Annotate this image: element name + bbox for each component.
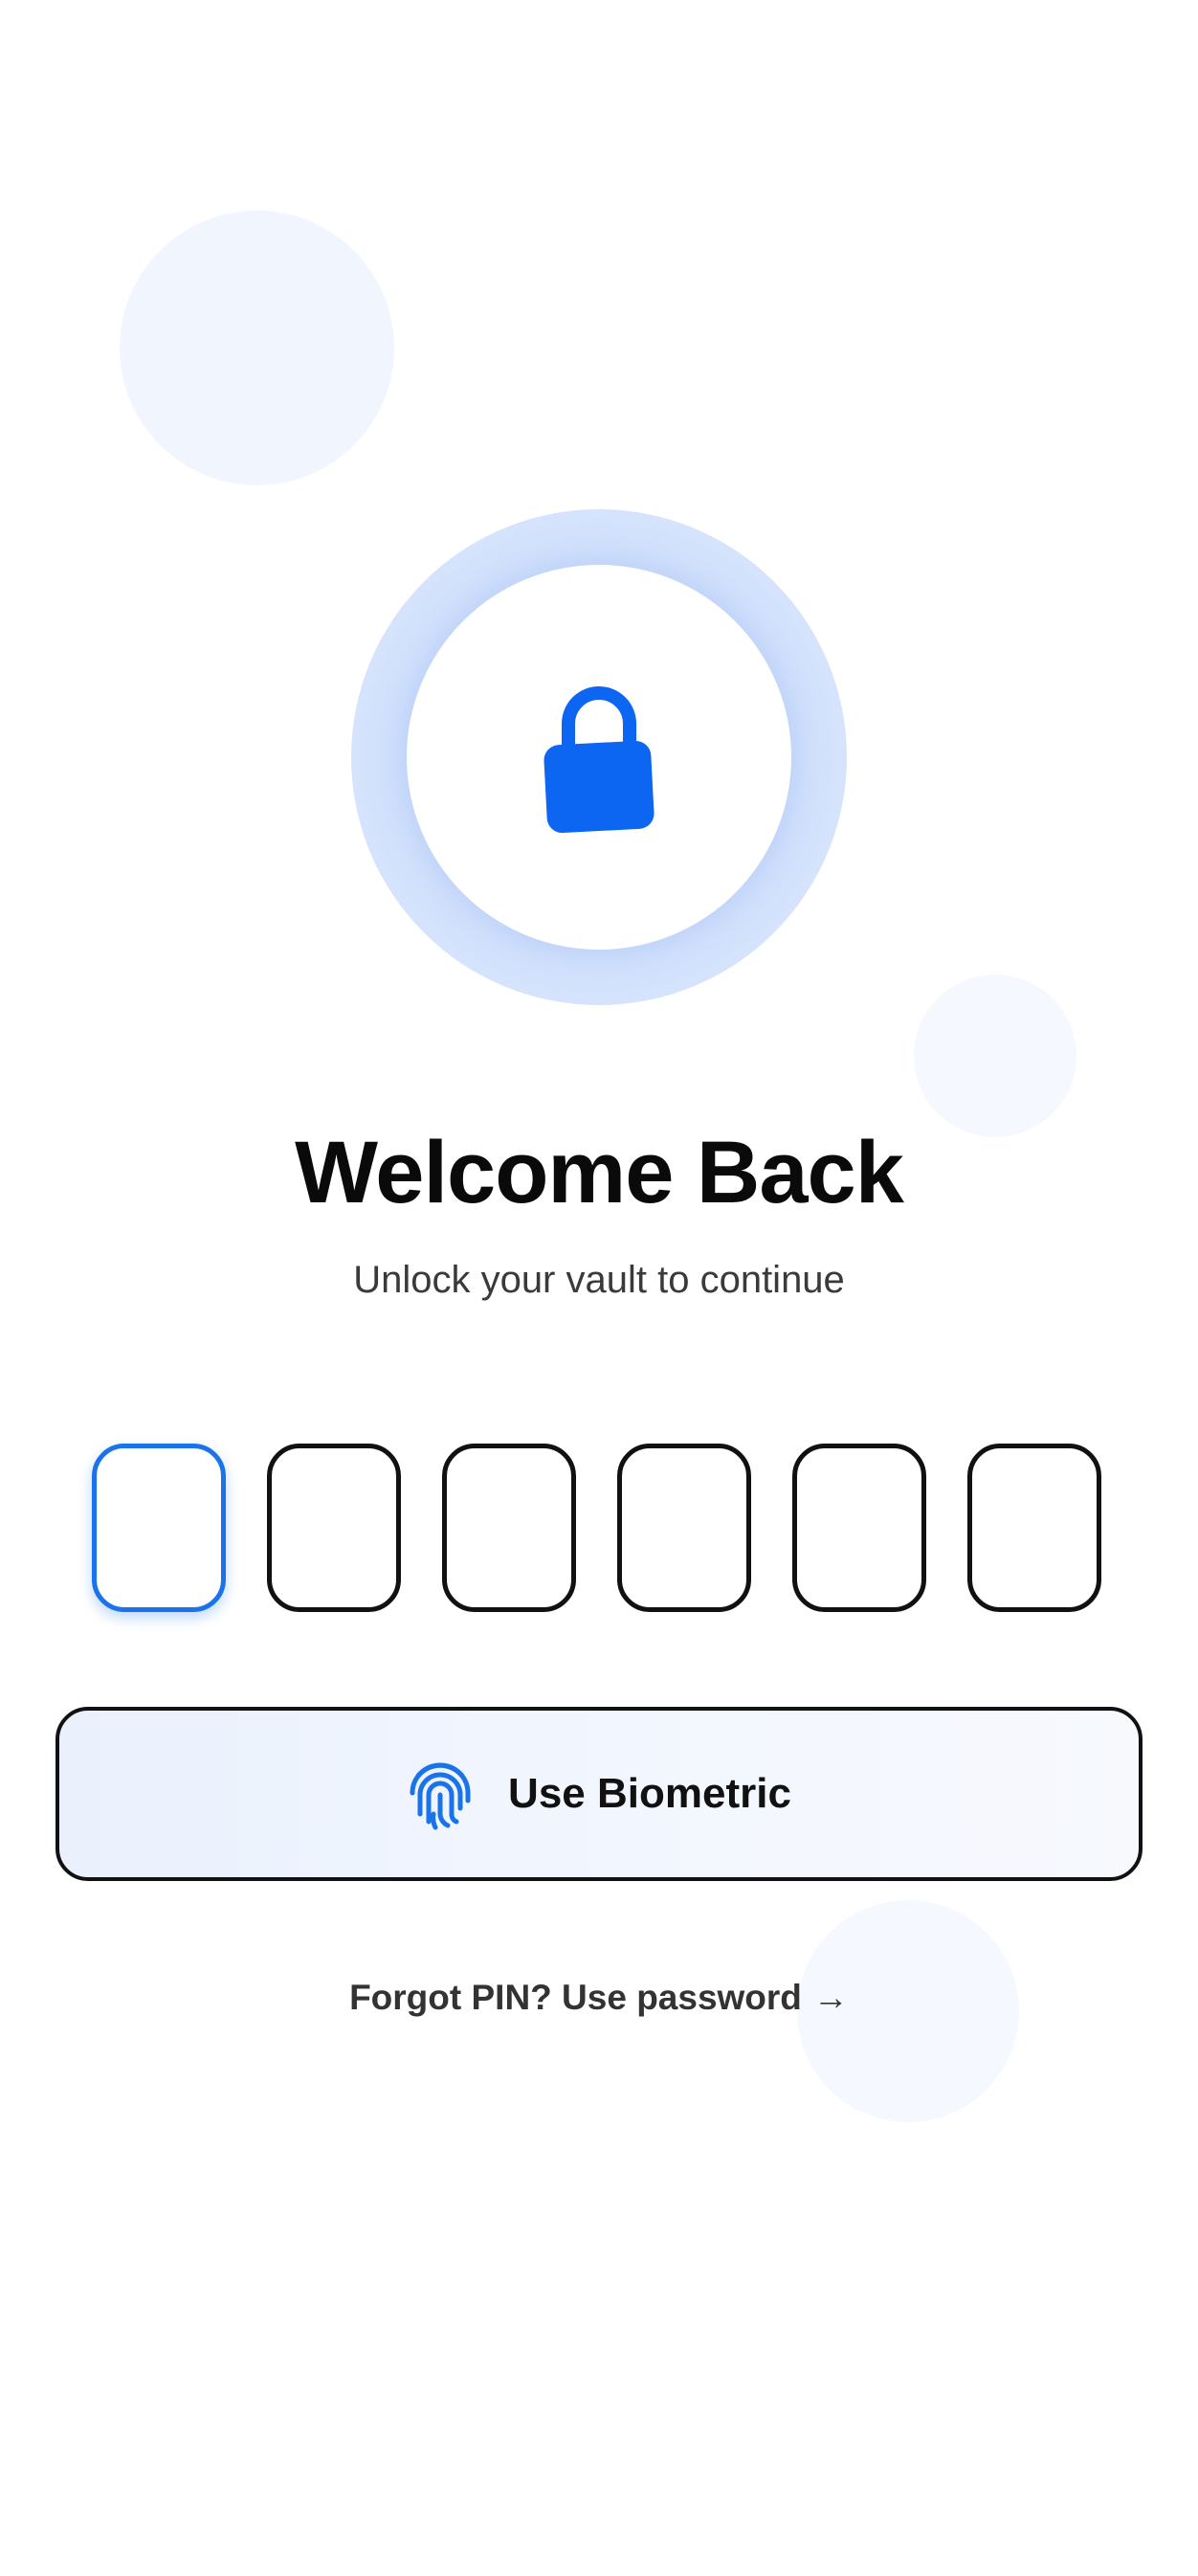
forgot-pin-label: Forgot PIN? Use password [349, 1978, 802, 2017]
pin-digit-2[interactable] [267, 1444, 401, 1612]
page-subtitle: Unlock your vault to continue [353, 1259, 845, 1301]
decorative-bubble [120, 211, 394, 485]
pin-digit-5[interactable] [792, 1444, 926, 1612]
pin-digit-6[interactable] [967, 1444, 1101, 1612]
pin-digit-1[interactable] [92, 1444, 226, 1612]
pin-digit-3[interactable] [442, 1444, 576, 1612]
forgot-pin-link[interactable]: Forgot PIN? Use password → [0, 1974, 1198, 2022]
use-biometric-label: Use Biometric [508, 1770, 791, 1817]
decorative-bubble [914, 974, 1076, 1137]
lock-icon [544, 686, 654, 834]
arrow-right-icon: → [812, 1978, 849, 2017]
use-biometric-button[interactable]: Use Biometric [55, 1707, 1143, 1881]
page-title: Welcome Back [295, 1124, 904, 1221]
pin-digit-4[interactable] [617, 1444, 751, 1612]
fingerprint-icon [410, 1762, 471, 1830]
